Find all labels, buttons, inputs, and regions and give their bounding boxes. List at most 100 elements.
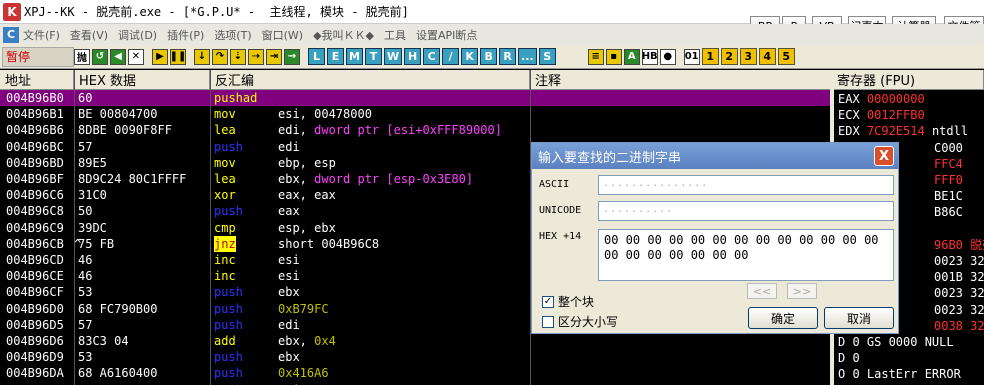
toolbar-window-R[interactable]: R — [499, 48, 517, 65]
trace-into-icon[interactable]: ⇣ — [230, 48, 246, 65]
case-sensitive-checkbox[interactable]: 区分大小写 — [542, 313, 618, 330]
header-disasm[interactable]: 反汇编 — [210, 70, 530, 90]
cancel-button[interactable]: 取消 — [824, 307, 894, 329]
register-row[interactable]: 0023 32位 — [934, 302, 984, 318]
disasm-row[interactable]: 004B96DA 68 A6160400 push 0x416A6 — [0, 365, 830, 381]
register-value[interactable]: 7C92E514 — [867, 124, 932, 138]
record-icon[interactable]: ● — [659, 48, 676, 65]
run-icon[interactable]: ▶ — [152, 48, 168, 65]
register-row[interactable]: 0023 32位 — [934, 285, 984, 301]
cmd-icon[interactable]: ▪ — [605, 48, 622, 65]
register-extra: BE1C — [934, 189, 963, 204]
register-row[interactable]: BE1C — [934, 188, 963, 204]
toolbar-window-C[interactable]: C — [423, 48, 441, 65]
binary-icon[interactable]: 01 — [683, 48, 700, 65]
row-hex: 57 — [78, 139, 93, 154]
restart-icon[interactable]: ↺ — [92, 48, 108, 65]
header-registers[interactable]: 寄存器 (FPU) — [832, 70, 984, 90]
toolbar-number-4[interactable]: 4 — [758, 48, 776, 65]
row-operand: ebx — [278, 350, 300, 365]
register-value[interactable]: 00000000 — [867, 92, 932, 106]
ok-button[interactable]: 确定 — [748, 307, 818, 329]
clear-icon[interactable]: 抛 — [74, 48, 90, 65]
toolbar-window-dots[interactable]: ... — [518, 48, 537, 65]
menu-item-0[interactable]: 文件(F) — [23, 27, 60, 43]
unicode-input[interactable]: .......... — [598, 201, 894, 221]
register-row[interactable]: B86C — [934, 204, 963, 220]
step-into-icon[interactable]: ↓ — [194, 48, 210, 65]
header-comment[interactable]: 注释 — [530, 70, 832, 90]
goto-icon[interactable]: → — [284, 48, 300, 65]
register-row[interactable]: FFC4 — [934, 156, 963, 172]
disasm-row[interactable]: 004B96B6 8DBE 0090F8FF lea edi, dword ptr [… — [0, 122, 830, 138]
whole-block-checkbox[interactable]: ✓ 整个块 — [542, 293, 594, 310]
register-row[interactable]: ECX 0012FFB0 — [838, 107, 932, 123]
disasm-row[interactable]: 004B96B0 60 pushad — [0, 90, 830, 107]
close-process-icon[interactable]: ✕ — [128, 48, 144, 65]
next-button[interactable]: >> — [787, 283, 817, 299]
close-icon[interactable]: X — [874, 146, 894, 166]
hb-icon[interactable]: HB — [641, 48, 658, 65]
menu-item-2[interactable]: 调试(D) — [118, 27, 157, 43]
a-icon[interactable]: A — [623, 48, 640, 65]
menu-item-5[interactable]: 窗口(W) — [262, 27, 303, 43]
cpu-window-icon[interactable]: C — [3, 26, 19, 43]
register-row[interactable]: EDX 7C92E514 ntdll — [838, 123, 968, 139]
toolbar-window-slash[interactable]: / — [442, 48, 460, 65]
register-row[interactable]: 96B0 脱壳前 — [934, 237, 984, 253]
execute-till-return-icon[interactable]: ⇥ — [266, 48, 282, 65]
toolbar-window-L[interactable]: L — [308, 48, 325, 65]
toolbar-number-1[interactable]: 1 — [701, 48, 719, 65]
register-value[interactable]: 0012FFB0 — [867, 108, 932, 122]
toolbar-window-K[interactable]: K — [461, 48, 479, 65]
register-value[interactable]: 0 — [852, 335, 866, 349]
row-address: 004B96DF — [6, 382, 64, 385]
register-row[interactable]: 0038 32位 — [934, 318, 984, 334]
header-hex[interactable]: HEX 数据 — [74, 70, 210, 90]
toolbar-number-3[interactable]: 3 — [739, 48, 757, 65]
toolbar-window-M[interactable]: M — [346, 48, 363, 65]
menu-item-3[interactable]: 插件(P) — [167, 27, 204, 43]
menu-item-7[interactable]: 工具 — [384, 27, 406, 43]
toolbar-number-5[interactable]: 5 — [777, 48, 795, 65]
toolbar-window-H[interactable]: H — [404, 48, 422, 65]
toolbar-number-2[interactable]: 2 — [720, 48, 738, 65]
register-value[interactable]: 0 — [852, 367, 866, 381]
toolbar-window-T[interactable]: T — [365, 48, 382, 65]
ascii-input[interactable]: ............... — [598, 175, 894, 195]
register-row[interactable]: D 0 — [838, 350, 867, 366]
register-row[interactable]: 0023 32位 — [934, 253, 984, 269]
toolbar-window-S[interactable]: S — [538, 48, 556, 65]
step-over-icon[interactable]: ↷ — [212, 48, 228, 65]
register-row[interactable]: O 0 LastErr ERROR — [838, 366, 961, 382]
row-address: 004B96BD — [6, 155, 64, 170]
register-row[interactable]: C000 — [934, 140, 963, 156]
register-value[interactable]: 0 — [852, 351, 866, 365]
hex-input[interactable]: 00 00 00 00 00 00 00 00 00 00 00 00 00 0… — [598, 229, 894, 281]
disasm-row[interactable]: 004B96B1 BE 00804700 mov esi, 00478000 — [0, 106, 830, 122]
menu-item-6[interactable]: ◆我叫ＫＫ◆ — [313, 27, 374, 43]
register-row[interactable]: EAX 00000000 — [838, 91, 932, 107]
case-sensitive-label: 区分大小写 — [558, 315, 619, 329]
toolbar-window-W[interactable]: W — [384, 48, 403, 65]
prev-button[interactable]: << — [747, 283, 777, 299]
register-row[interactable]: 001B 32位 — [934, 269, 984, 285]
menu-item-8[interactable]: 设置API断点 — [416, 27, 477, 43]
toolbar-window-B[interactable]: B — [480, 48, 498, 65]
disasm-row[interactable]: 004B96D6 83C3 04 add ebx, 0x4 — [0, 333, 830, 349]
trace-over-icon[interactable]: ⇢ — [248, 48, 264, 65]
header-address[interactable]: 地址 — [0, 70, 74, 90]
menu-item-4[interactable]: 选项(T) — [214, 27, 251, 43]
disasm-row[interactable]: 004B96DF 56 push esi — [0, 382, 830, 385]
checkbox-box[interactable]: ✓ — [542, 295, 554, 308]
list-icon[interactable]: ≡ — [587, 48, 604, 65]
pause-icon[interactable]: ❚❚ — [170, 48, 186, 65]
dialog-title: 输入要查找的二进制字串 — [532, 143, 898, 169]
register-row[interactable]: FFF0 — [934, 172, 963, 188]
toolbar-window-E[interactable]: E — [327, 48, 344, 65]
rewind-icon[interactable]: ◀ — [110, 48, 126, 65]
checkbox-box[interactable] — [542, 315, 554, 328]
menu-item-1[interactable]: 查看(V) — [70, 27, 108, 43]
disasm-row[interactable]: 004B96D9 53 push ebx — [0, 349, 830, 365]
register-row[interactable]: D 0 GS 0000 NULL — [838, 334, 954, 350]
